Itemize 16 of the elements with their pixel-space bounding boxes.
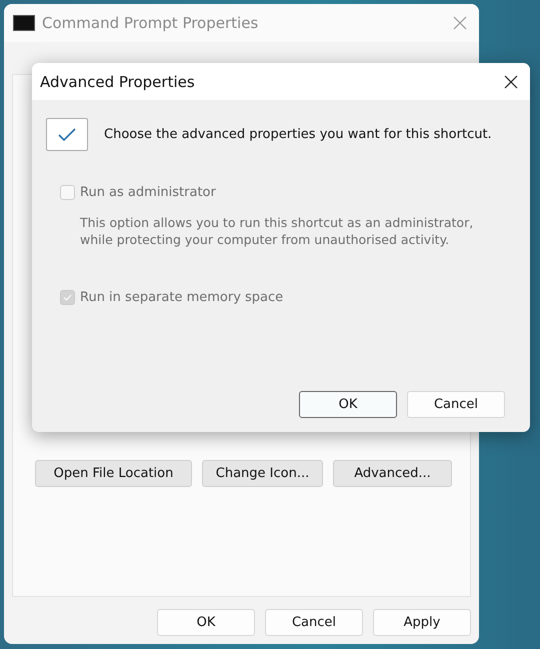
- dialog-title: Advanced Properties: [40, 72, 196, 90]
- checkmark-icon: [46, 118, 88, 151]
- terminal-icon: [13, 15, 35, 31]
- dialog-button[interactable]: Cancel: [407, 391, 505, 418]
- panel-button[interactable]: Change Icon...: [202, 460, 323, 487]
- option-description: This option allows you to run this shortcut as an administrator, while protecting your computer from unauthorised activity.: [80, 214, 474, 248]
- close-icon[interactable]: [504, 74, 518, 88]
- panel-button[interactable]: Advanced...: [333, 460, 452, 487]
- dialog-button[interactable]: OK: [157, 609, 255, 636]
- window-title: Command Prompt Properties: [42, 14, 260, 32]
- intro-text: Choose the advanced properties you want for this shortcut.: [104, 127, 492, 142]
- panel-button[interactable]: Open File Location: [35, 460, 192, 487]
- checkmark-icon: [63, 293, 72, 302]
- dialog-button[interactable]: Apply: [373, 609, 471, 636]
- dialog-button[interactable]: Cancel: [265, 609, 363, 636]
- dialog-button[interactable]: OK: [299, 391, 397, 418]
